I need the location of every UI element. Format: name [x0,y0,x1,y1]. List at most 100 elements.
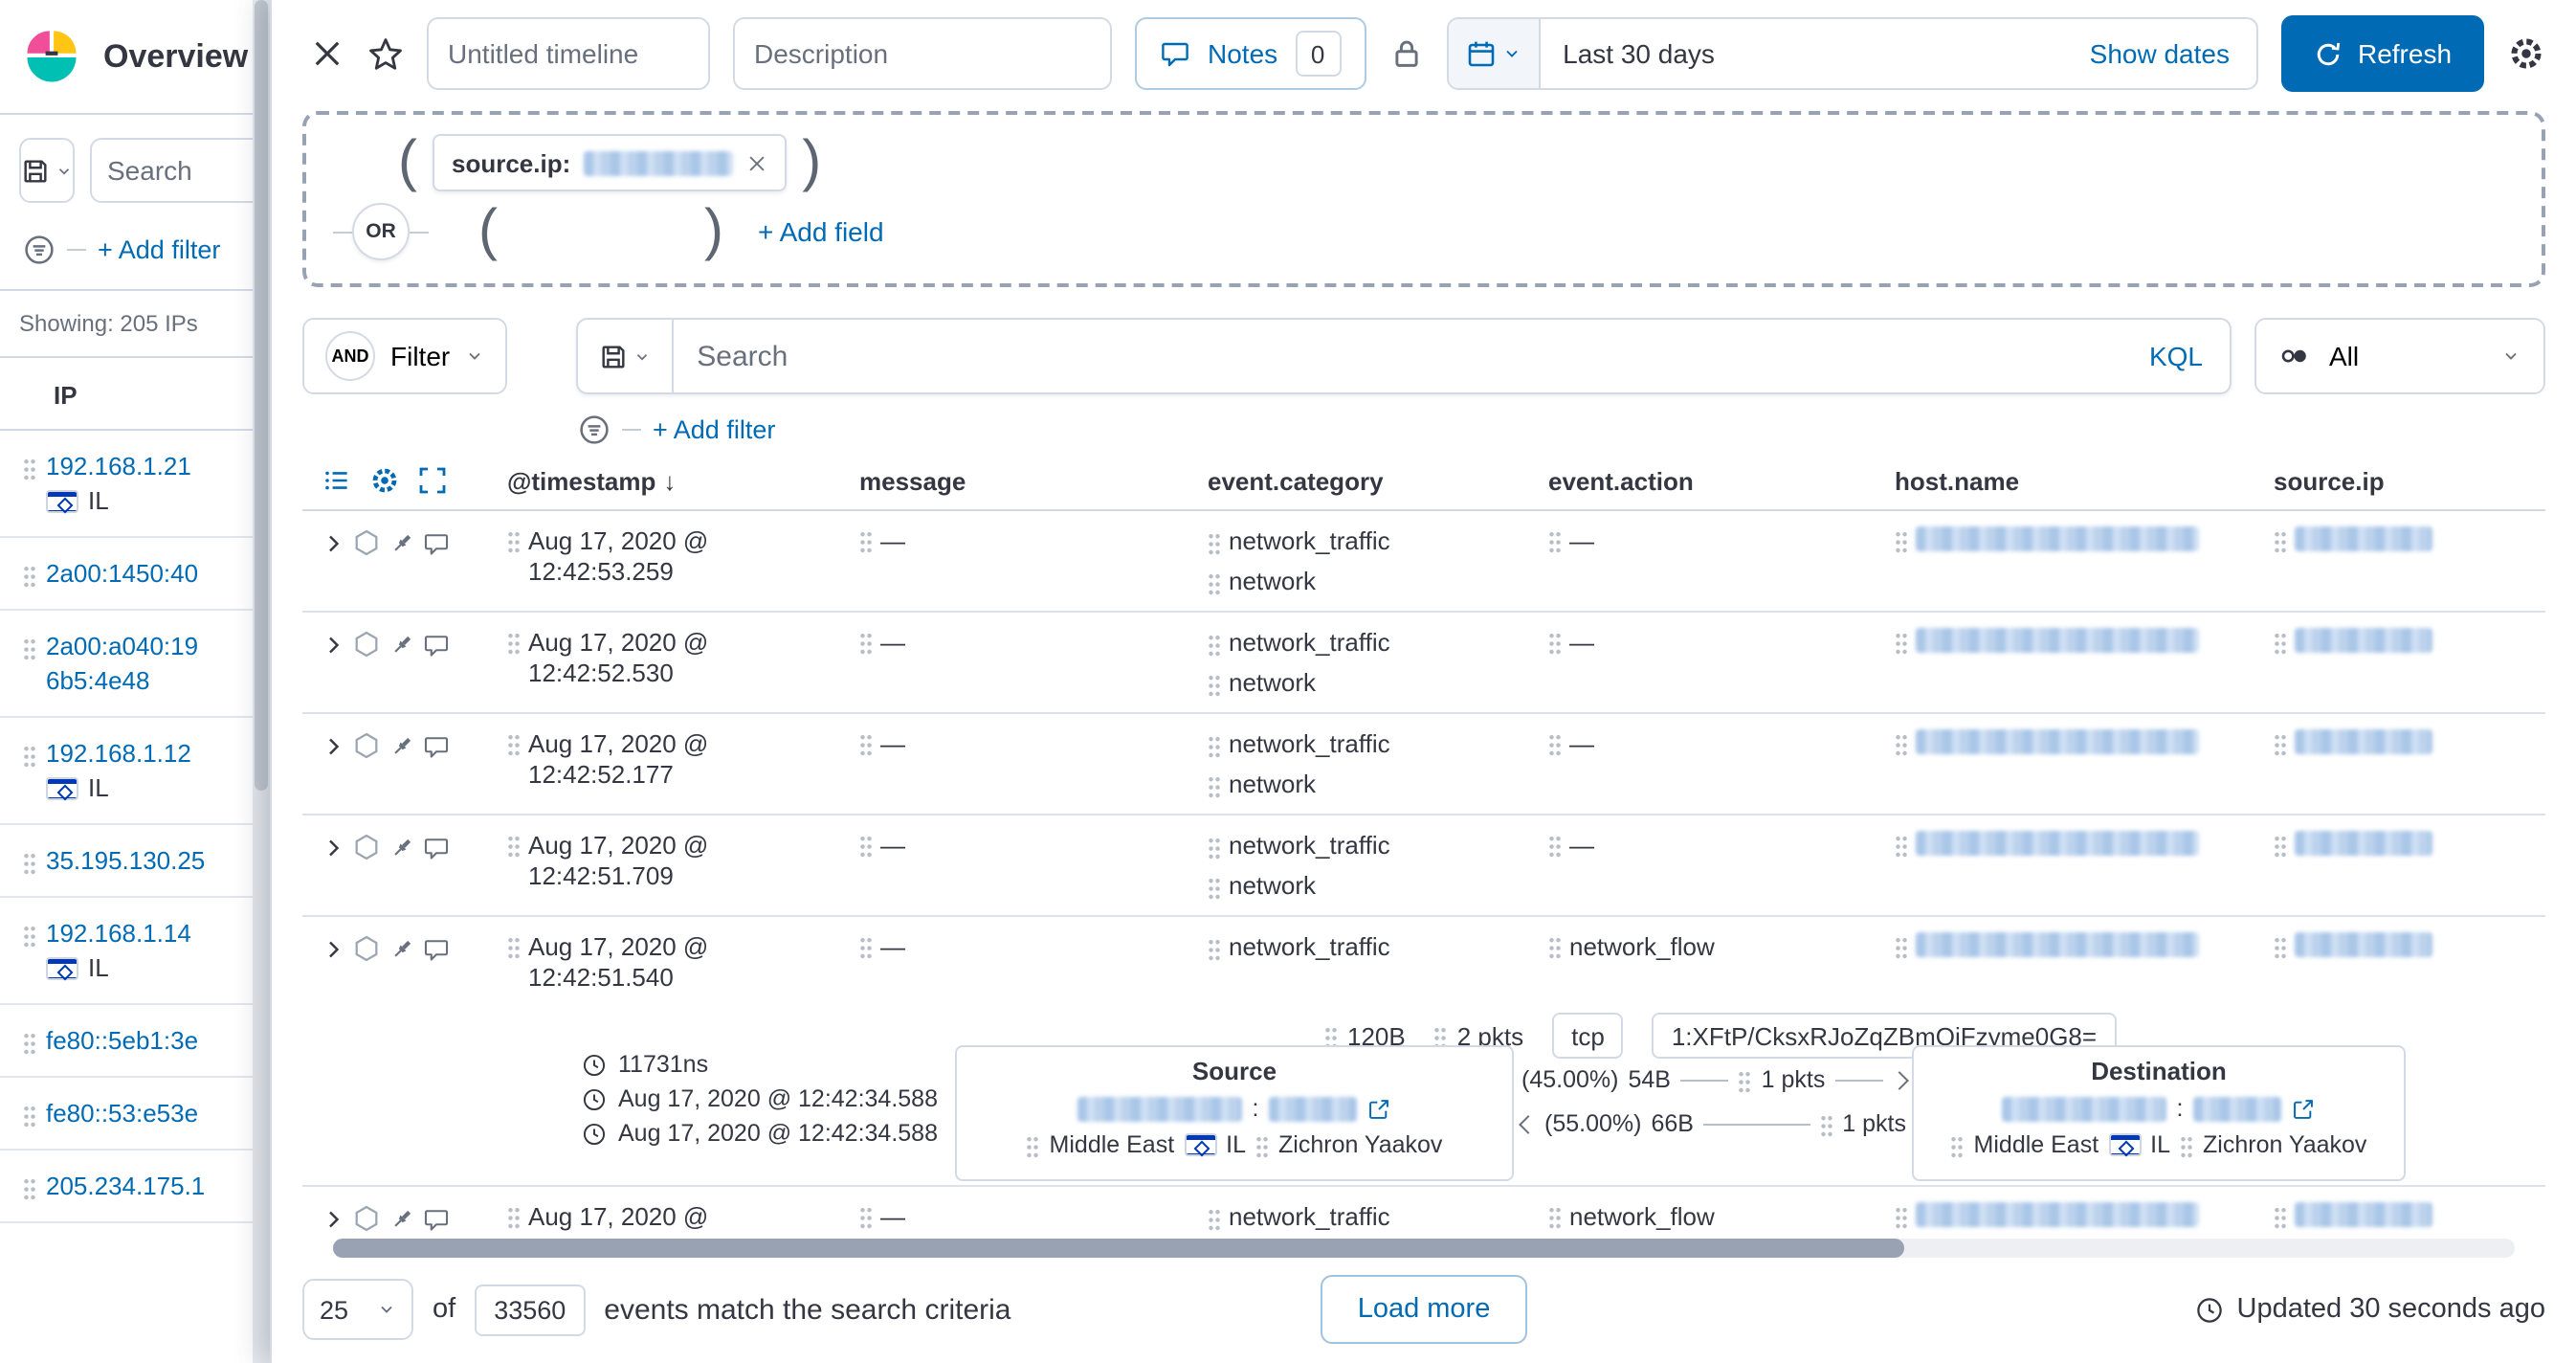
add-note-icon[interactable] [423,529,450,556]
timeline-settings-button[interactable] [2507,34,2545,73]
column-header-host-name[interactable]: host.name [1895,466,2019,495]
page-size-select[interactable]: 25 [302,1279,413,1340]
drag-handle[interactable] [1208,773,1221,798]
sidebar-add-filter-button[interactable]: + Add filter [98,235,220,264]
geo-city[interactable]: Zichron Yaakov [2203,1131,2366,1158]
column-header-source-ip[interactable]: source.ip [2274,466,2385,495]
close-timeline-button[interactable] [310,36,344,71]
event-row[interactable]: Aug 17, 2020 @ 12:42:51.709—network_traf… [302,816,2545,917]
drag-handle[interactable] [2274,630,2287,655]
show-dates-button[interactable]: Show dates [2090,38,2256,69]
notes-button[interactable]: Notes 0 [1135,17,1366,90]
drag-handle[interactable] [1208,835,1221,860]
ip-link[interactable]: fe80::53:e53e [46,1097,198,1131]
ip-link[interactable]: 2a00:1450:40 [46,557,198,592]
drag-handle[interactable] [1208,1206,1221,1231]
horizontal-scrollbar-thumb[interactable] [333,1239,1904,1258]
ip-link[interactable]: 192.168.1.12 [46,737,191,771]
saved-query-menu-button[interactable] [19,138,75,203]
geo-city[interactable]: Zichron Yaakov [1278,1131,1442,1158]
drag-handle[interactable] [23,455,36,480]
drag-handle[interactable] [1027,1132,1040,1157]
expand-event-button[interactable] [322,1207,344,1230]
drag-handle[interactable] [859,833,873,858]
date-range-label[interactable]: Last 30 days [1540,38,1715,69]
drag-handle[interactable] [1895,731,1908,756]
add-field-button[interactable]: + Add field [758,216,884,247]
drag-handle[interactable] [859,731,873,756]
ip-link[interactable]: 6b5:4e48 [46,664,149,699]
expand-event-button[interactable] [322,937,344,960]
drag-handle[interactable] [1208,570,1221,595]
geo-country[interactable]: IL [2150,1131,2170,1158]
data-provider-filter-button[interactable]: AND Filter [302,318,507,394]
drag-handle[interactable] [1895,630,1908,655]
drag-handle[interactable] [1895,934,1908,959]
drag-handle[interactable] [1208,530,1221,555]
query-drop-zone[interactable]: ( source.ip: ) OR ( ) + Add field [302,111,2545,287]
drag-handle[interactable] [1548,630,1562,655]
drag-handle[interactable] [1548,1204,1562,1229]
drag-handle[interactable] [1739,1067,1752,1092]
quick-select-date-button[interactable] [1448,19,1540,88]
drag-handle[interactable] [23,1029,36,1054]
drag-handle[interactable] [859,528,873,553]
geo-region[interactable]: Middle East [1974,1131,2099,1158]
ip-column-header[interactable]: IP [0,358,270,431]
column-header-message[interactable]: message [859,466,966,495]
drag-handle[interactable] [1895,1204,1908,1229]
pin-event-icon[interactable] [389,529,415,556]
drag-handle[interactable] [1895,833,1908,858]
drag-handle[interactable] [1208,632,1221,657]
timeline-title-input[interactable] [427,17,710,90]
event-row[interactable]: Aug 17, 2020 @ 12:42:51.540—network_traf… [302,917,2545,1007]
drag-handle[interactable] [23,922,36,947]
saved-query-menu-button[interactable] [578,320,674,392]
pin-event-icon[interactable] [389,1205,415,1232]
field-browser-icon[interactable] [322,465,352,496]
drag-handle[interactable] [23,1174,36,1199]
ip-link[interactable]: fe80::5eb1:3e [46,1024,198,1059]
lock-icon[interactable] [1388,36,1423,71]
ip-link[interactable]: 2a00:a040:19 [46,630,198,664]
drag-handle[interactable] [2274,934,2287,959]
column-header-event-category[interactable]: event.category [1208,466,1384,495]
settings-gear-icon[interactable] [369,465,400,496]
pin-event-icon[interactable] [389,732,415,759]
refresh-button[interactable]: Refresh [2281,15,2484,92]
drag-handle[interactable] [1208,875,1221,900]
expand-event-button[interactable] [322,531,344,554]
ip-link[interactable]: 192.168.1.21 [46,450,191,484]
event-row[interactable]: Aug 17, 2020 @ 12:42:51.540—network_traf… [302,1187,2545,1233]
drag-handle[interactable] [23,562,36,587]
event-row[interactable]: Aug 17, 2020 @ 12:42:52.177—network_traf… [302,714,2545,816]
geo-country[interactable]: IL [1226,1131,1246,1158]
favorite-timeline-button[interactable] [367,35,404,72]
drag-handle[interactable] [1208,936,1221,961]
event-row[interactable]: Aug 17, 2020 @ 12:42:52.530—network_traf… [302,613,2545,714]
event-type-select[interactable]: All [2254,318,2545,394]
drag-handle[interactable] [507,833,521,858]
pin-event-icon[interactable] [389,834,415,860]
protocol-badge[interactable]: tcp [1552,1013,1624,1059]
column-header-event-action[interactable]: event.action [1548,466,1694,495]
column-header-timestamp[interactable]: @timestamp↓ [507,466,676,495]
drag-handle[interactable] [859,934,873,959]
pin-event-icon[interactable] [389,631,415,658]
ip-link[interactable]: 192.168.1.14 [46,917,191,951]
drag-handle[interactable] [1208,672,1221,697]
drag-handle[interactable] [1548,833,1562,858]
drag-handle[interactable] [1548,731,1562,756]
add-note-icon[interactable] [423,631,450,658]
drag-handle[interactable] [507,1204,521,1229]
drag-handle[interactable] [1208,733,1221,758]
load-more-button[interactable]: Load more [1321,1275,1527,1344]
add-note-icon[interactable] [423,732,450,759]
drag-handle[interactable] [23,1102,36,1127]
add-note-icon[interactable] [423,1205,450,1232]
drag-handle[interactable] [23,849,36,874]
drag-handle[interactable] [859,630,873,655]
drag-handle[interactable] [2180,1132,2193,1157]
expand-event-button[interactable] [322,836,344,859]
drag-handle[interactable] [859,1204,873,1229]
